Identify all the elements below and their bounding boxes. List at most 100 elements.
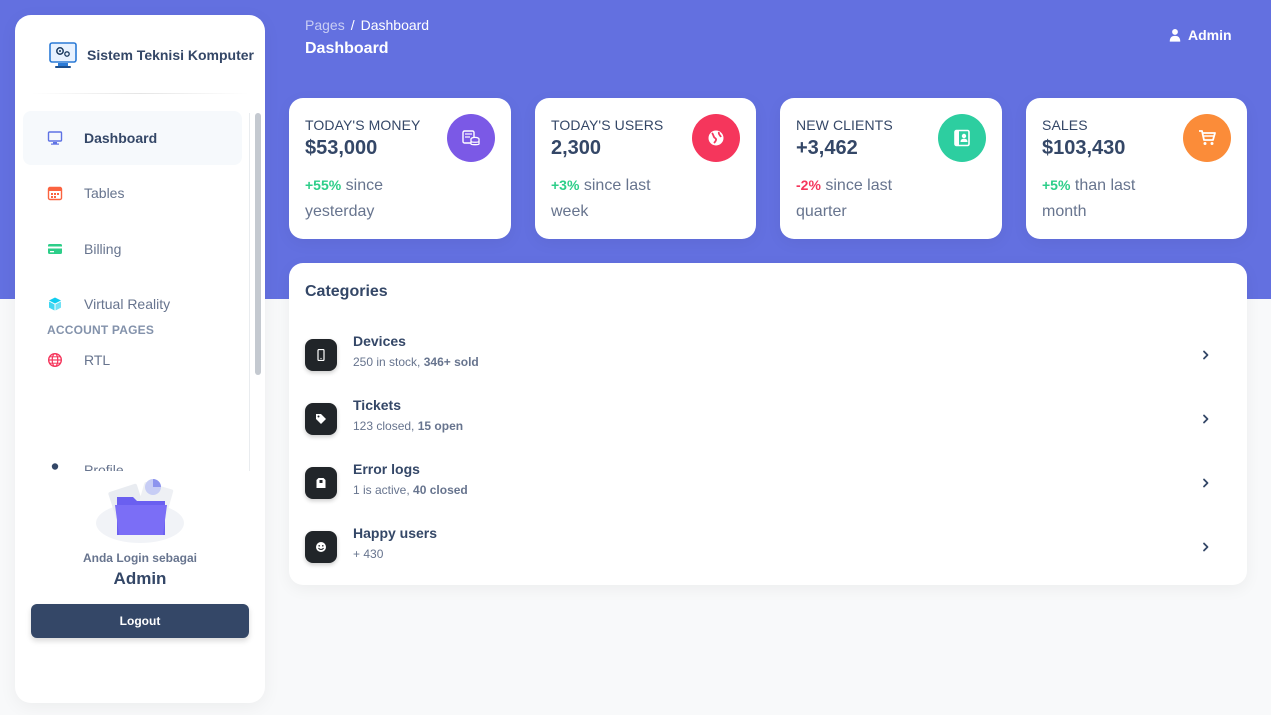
chevron-right-icon[interactable] (1198, 539, 1214, 555)
sidebar-item-label: Virtual Reality (84, 296, 171, 312)
calendar-icon (47, 186, 63, 201)
stat-change: +3% (551, 177, 580, 193)
stat-change: +55% (305, 177, 342, 193)
sidebar: Sistem Teknisi Komputer Dashboard Tables… (15, 15, 265, 703)
stat-icon-badge (692, 114, 740, 162)
stat-value: $53,000 (305, 137, 378, 159)
stat-label: NEW CLIENTS (796, 117, 893, 133)
category-detail: 1 is active, 40 closed (353, 483, 468, 497)
box-icon (316, 478, 326, 488)
cube-icon (49, 297, 61, 311)
brand[interactable]: Sistem Teknisi Komputer (47, 39, 254, 71)
page-title: Dashboard (305, 40, 389, 57)
category-detail-bold: 346+ sold (423, 355, 479, 369)
breadcrumb: Pages / Dashboard (305, 17, 429, 33)
category-detail: + 430 (353, 547, 383, 561)
app-name: Sistem Teknisi Komputer (87, 47, 255, 63)
stat-label: SALES (1042, 117, 1088, 133)
category-detail-bold: 40 closed (413, 483, 468, 497)
category-detail-text: 123 closed, (353, 419, 415, 433)
sidebar-item-label: RTL (84, 352, 111, 368)
stat-value: +3,462 (796, 137, 858, 159)
user-card: Anda Login sebagai Admin (31, 473, 249, 589)
sidebar-item-rtl[interactable]: RTL (23, 333, 242, 387)
breadcrumb-link-pages[interactable]: Pages (305, 17, 345, 33)
categories-title: Categories (305, 283, 388, 300)
sidebar-item-profile[interactable]: Profile (23, 443, 242, 471)
stat-label: TODAY'S MONEY (305, 117, 421, 133)
tag-icon (316, 414, 326, 424)
category-name: Devices (353, 333, 406, 349)
sidebar-item-dashboard[interactable]: Dashboard (23, 111, 242, 165)
stat-note: -2% since last quarter (796, 172, 936, 225)
chevron-right-icon[interactable] (1198, 411, 1214, 427)
category-detail-text: + 430 (353, 547, 384, 561)
category-detail-text: 250 in stock, (353, 355, 421, 369)
category-detail-text: 1 is active, (353, 483, 410, 497)
credit-card-icon (48, 244, 62, 254)
stat-card-money: TODAY'S MONEY $53,000 +55% since yesterd… (289, 98, 511, 239)
chevron-right-icon[interactable] (1198, 347, 1214, 363)
breadcrumb-current: Dashboard (360, 17, 430, 33)
folder-illustration-icon (96, 479, 184, 543)
stat-note: +55% since yesterday (305, 172, 445, 225)
category-detail: 123 closed, 15 open (353, 419, 463, 433)
stat-icon-badge (447, 114, 495, 162)
section-heading-account-pages: ACCOUNT PAGES (47, 323, 155, 337)
mobile-icon (317, 349, 325, 361)
category-icon-badge (305, 531, 337, 563)
category-detail-bold: 15 open (417, 419, 464, 433)
stat-card-users: TODAY'S USERS 2,300 +3% since last week (535, 98, 756, 239)
user-menu-link[interactable]: Admin (1168, 27, 1232, 43)
smile-icon (316, 542, 326, 552)
scrollbar-thumb[interactable] (255, 113, 261, 375)
category-icon-badge (305, 339, 337, 371)
stat-note: +5% than last month (1042, 172, 1182, 225)
category-name: Tickets (353, 397, 401, 413)
sidebar-item-label: Tables (84, 185, 125, 201)
stat-icon-badge (1183, 114, 1231, 162)
stat-note: +3% since last week (551, 172, 691, 225)
divider (31, 93, 249, 94)
category-name: Happy users (353, 525, 438, 541)
category-row-tickets[interactable]: Tickets 123 closed, 15 open (305, 397, 1215, 445)
user-icon (51, 463, 59, 470)
computer-logo-icon (49, 42, 77, 68)
stat-change: -2% (796, 177, 821, 193)
category-row-error-logs[interactable]: Error logs 1 is active, 40 closed (305, 461, 1215, 509)
sidebar-item-label: Billing (84, 241, 122, 257)
category-icon-badge (305, 403, 337, 435)
monitor-icon (47, 131, 63, 145)
stat-icon-badge (938, 114, 986, 162)
breadcrumb-separator: / (350, 17, 355, 33)
contact-card-icon (954, 129, 970, 147)
category-icon-badge (305, 467, 337, 499)
user-menu-label: Admin (1188, 27, 1232, 43)
category-row-happy-users[interactable]: Happy users + 430 (305, 525, 1215, 573)
cart-icon (1199, 130, 1216, 145)
sidebar-nav: Dashboard Tables Billing Virtual Reality… (15, 111, 265, 471)
stat-value: $103,430 (1042, 137, 1126, 159)
database-icon (462, 130, 480, 146)
stat-card-clients: NEW CLIENTS +3,462 -2% since last quarte… (780, 98, 1002, 239)
scrollbar-track (249, 113, 250, 471)
category-row-devices[interactable]: Devices 250 in stock, 346+ sold (305, 333, 1215, 381)
globe-icon (47, 352, 63, 368)
login-as-label: Anda Login sebagai (82, 551, 197, 565)
sidebar-item-tables[interactable]: Tables (23, 166, 242, 220)
chevron-right-icon[interactable] (1198, 475, 1214, 491)
stat-card-sales: SALES $103,430 +5% than last month (1026, 98, 1247, 239)
logged-in-username: Admin (113, 569, 167, 588)
user-icon (1169, 29, 1181, 42)
globe-icon (708, 130, 724, 146)
stat-change: +5% (1042, 177, 1071, 193)
logout-button[interactable]: Logout (31, 604, 249, 638)
categories-card: Categories Devices 250 in stock, 346+ so… (289, 263, 1247, 585)
stat-label: TODAY'S USERS (551, 117, 664, 133)
sidebar-item-label: Dashboard (84, 130, 158, 146)
stat-value: 2,300 (551, 137, 602, 159)
sidebar-item-billing[interactable]: Billing (23, 222, 242, 276)
category-detail: 250 in stock, 346+ sold (353, 355, 479, 369)
sidebar-item-label: Profile (84, 462, 124, 471)
category-name: Error logs (353, 461, 420, 477)
